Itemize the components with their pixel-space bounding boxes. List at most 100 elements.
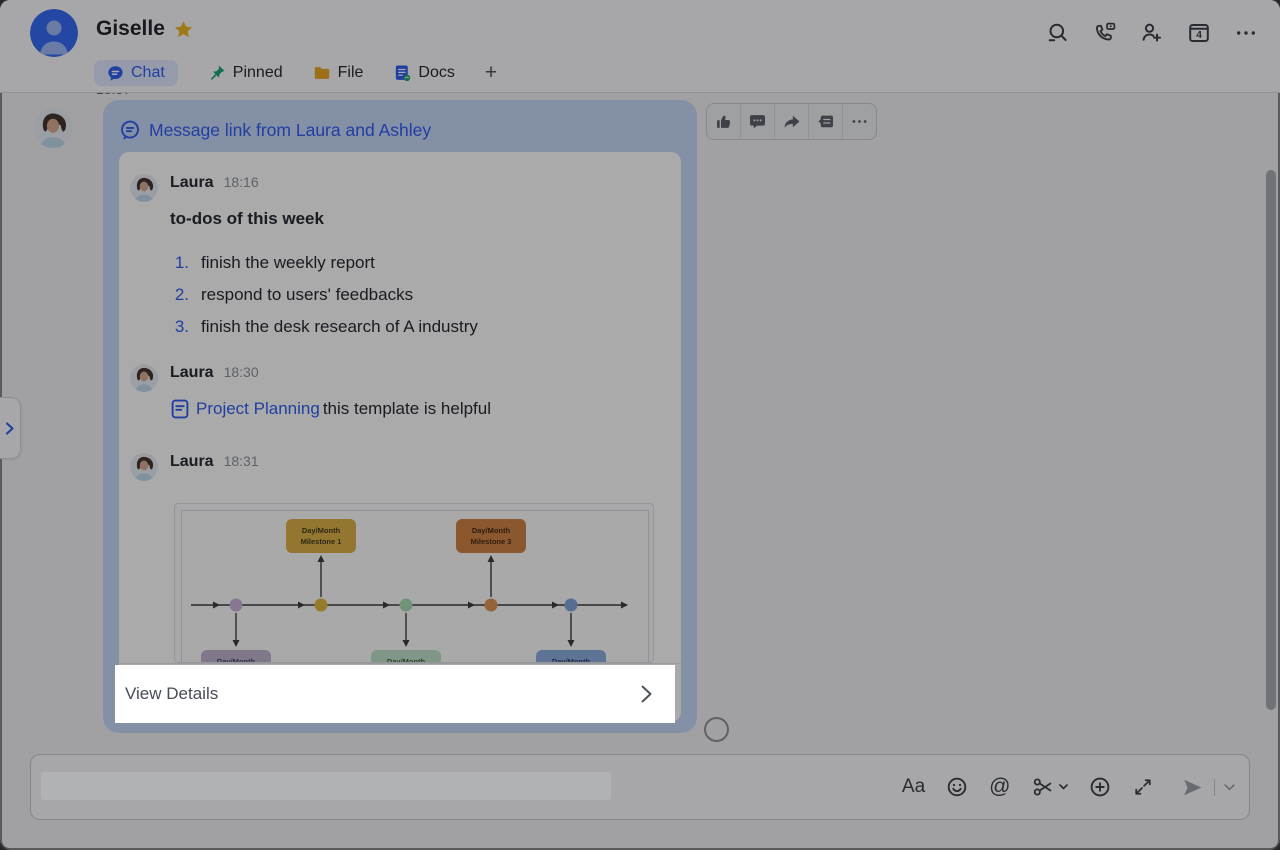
avatar[interactable] xyxy=(30,9,78,57)
calendar-button[interactable]: 4 xyxy=(1187,21,1211,45)
page-title: Giselle xyxy=(96,17,165,41)
text-format-button[interactable]: Aa xyxy=(902,776,925,798)
message-time: 18:30 xyxy=(224,364,259,380)
expand-icon xyxy=(1132,776,1154,798)
add-member-button[interactable] xyxy=(1140,21,1164,45)
add-member-icon xyxy=(1140,21,1164,45)
laura-avatar[interactable] xyxy=(130,174,158,202)
sender-name: Laura xyxy=(170,174,214,192)
thumbs-up-icon xyxy=(714,112,733,131)
reply-button[interactable] xyxy=(809,104,842,139)
send-options-chevron-icon[interactable] xyxy=(1224,784,1235,791)
sender-avatar[interactable] xyxy=(33,108,73,148)
message-text: this template is helpful xyxy=(323,399,491,419)
tab-bar: Chat Pinned File xyxy=(94,57,497,89)
card-footer-divider xyxy=(119,663,681,664)
draft-text-placeholder xyxy=(41,772,611,800)
lark-chat-window: Giselle Chat Pinned xyxy=(0,0,1280,850)
list-item: 2. respond to users' feedbacks xyxy=(170,279,478,311)
send-button[interactable] xyxy=(1180,775,1205,800)
tab-docs-label: Docs xyxy=(418,64,454,82)
list-number: 1. xyxy=(170,253,189,273)
list-item: 1. finish the weekly report xyxy=(170,247,478,279)
read-status-indicator[interactable] xyxy=(704,717,729,742)
reply-quote-icon xyxy=(816,112,835,131)
laura-avatar[interactable] xyxy=(130,364,158,392)
search-button[interactable] xyxy=(1046,21,1070,45)
tab-file[interactable]: File xyxy=(313,64,364,82)
send-group xyxy=(1180,775,1236,800)
sender-name: Laura xyxy=(170,453,214,471)
toolbar-more-button[interactable] xyxy=(843,104,876,139)
docs-icon xyxy=(393,64,411,82)
laura-photo-avatar xyxy=(33,108,73,148)
chevron-down-icon xyxy=(1059,784,1068,790)
tab-file-label: File xyxy=(338,64,364,82)
milestone-box-label: Milestone 1 xyxy=(301,537,342,546)
mention-icon: @ xyxy=(989,775,1010,799)
list-number: 2. xyxy=(170,285,189,305)
tab-pinned-label: Pinned xyxy=(233,64,283,82)
sender-name: Laura xyxy=(170,364,214,382)
list-text: finish the weekly report xyxy=(201,253,375,273)
merged-messages-card: Laura 18:16 to-dos of this week 1. finis… xyxy=(119,152,681,722)
thumbs-up-button[interactable] xyxy=(707,104,740,139)
video-call-button[interactable] xyxy=(1093,21,1117,45)
message-meta: Laura 18:31 xyxy=(170,453,259,471)
message-input-box[interactable]: Aa @ xyxy=(30,754,1250,820)
emoji-icon xyxy=(945,775,969,799)
message-time: 18:31 xyxy=(224,453,259,469)
tab-docs[interactable]: Docs xyxy=(393,64,454,82)
forward-button[interactable] xyxy=(775,104,808,139)
tab-pinned[interactable]: Pinned xyxy=(208,64,283,82)
list-item: 3. finish the desk research of A industr… xyxy=(170,311,478,343)
pushpin-icon xyxy=(208,64,226,82)
message-link-header[interactable]: Message link from Laura and Ashley xyxy=(119,119,431,141)
calendar-icon: 4 xyxy=(1187,21,1211,45)
message-meta: Laura 18:30 xyxy=(170,364,259,382)
message-link-title: Message link from Laura and Ashley xyxy=(149,120,431,141)
message-time: 18:16 xyxy=(224,174,259,190)
chat-header: Giselle Chat Pinned xyxy=(0,0,1280,93)
milestone-box-label: Milestone 3 xyxy=(471,537,512,546)
more-button[interactable] xyxy=(1234,21,1258,45)
composer-toolbar: Aa @ xyxy=(902,755,1235,819)
mention-button[interactable]: @ xyxy=(989,775,1010,799)
emoji-button[interactable] xyxy=(945,775,969,799)
milestone-box-label: Day/Month xyxy=(302,526,341,535)
plus-circle-icon xyxy=(1088,775,1112,799)
tab-chat[interactable]: Chat xyxy=(94,60,178,86)
favorite-star-icon[interactable] xyxy=(174,20,193,39)
sidebar-expand-handle[interactable] xyxy=(0,397,21,459)
doc-link-row: Project Planning this template is helpfu… xyxy=(170,399,491,419)
doc-link[interactable]: Project Planning xyxy=(196,399,320,419)
add-tab-button[interactable]: + xyxy=(485,63,497,83)
search-icon xyxy=(1046,21,1070,45)
view-details-label: View Details xyxy=(125,684,218,704)
chevron-right-icon xyxy=(640,684,653,704)
expand-composer-button[interactable] xyxy=(1132,776,1154,798)
laura-photo-avatar xyxy=(130,453,158,481)
timeline-image-attachment[interactable]: Day/Month Milestone 1 Day/Month Mileston… xyxy=(174,503,654,663)
screenshot-button[interactable] xyxy=(1031,775,1068,799)
view-details-button[interactable]: View Details xyxy=(117,667,673,721)
attach-button[interactable] xyxy=(1088,775,1112,799)
comment-button[interactable] xyxy=(741,104,774,139)
message-link-bubble[interactable]: Message link from Laura and Ashley Laura… xyxy=(103,100,697,733)
scrollbar-thumb[interactable] xyxy=(1266,170,1276,710)
calendar-badge: 4 xyxy=(1196,29,1202,41)
folder-icon xyxy=(313,64,331,82)
message-link-icon xyxy=(119,119,141,141)
milestone-timeline-image: Day/Month Milestone 1 Day/Month Mileston… xyxy=(175,504,654,663)
message-meta: Laura 18:16 xyxy=(170,174,259,192)
message-heading: to-dos of this week xyxy=(170,209,324,229)
list-number: 3. xyxy=(170,317,189,337)
chat-bubble-icon xyxy=(107,65,124,82)
default-person-avatar-icon xyxy=(30,9,78,57)
todo-list: 1. finish the weekly report 2. respond t… xyxy=(170,247,478,343)
laura-photo-avatar xyxy=(130,174,158,202)
video-call-icon xyxy=(1093,21,1117,45)
comment-icon xyxy=(748,112,767,131)
laura-avatar[interactable] xyxy=(130,453,158,481)
laura-photo-avatar xyxy=(130,364,158,392)
